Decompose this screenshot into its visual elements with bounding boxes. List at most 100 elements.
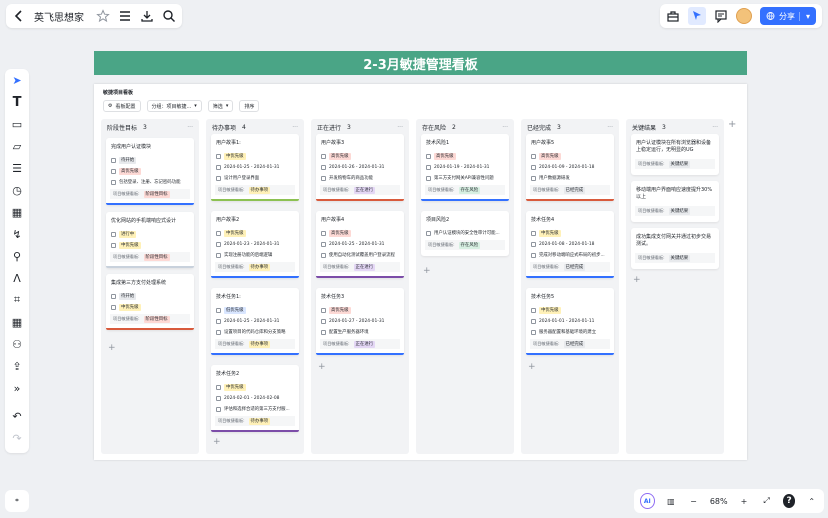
- card-field: 2024-01-08 - 2024-01-18: [531, 240, 609, 248]
- zoom-in-icon[interactable]: +: [738, 494, 751, 508]
- kanban-card[interactable]: 项目风险2 用户认证模块的安全性审计可能... 项目敏捷看板: 存在风险: [421, 211, 509, 256]
- field-value: 2024-01-19 - 2024-01-31: [434, 164, 490, 170]
- card-field: 2024-01-19 - 2024-01-31: [426, 163, 504, 171]
- text-tool-icon[interactable]: T: [10, 95, 24, 110]
- zoom-out-icon[interactable]: −: [687, 494, 700, 508]
- group-label: 分组：项目敏捷...: [151, 103, 192, 110]
- more-icon[interactable]: ···: [502, 124, 508, 131]
- field-icon: [531, 329, 536, 335]
- board-config-button[interactable]: ⚙ 看板配置: [103, 100, 141, 112]
- comment-icon[interactable]: [714, 9, 728, 23]
- kanban-card[interactable]: 用户故事5 高优先级 2024-01-09 - 2024-01-18 用户数据源研发项…: [526, 134, 614, 201]
- field-icon: [426, 175, 431, 181]
- kanban-card[interactable]: 技术风险1 高优先级 2024-01-19 - 2024-01-31 第三方支付网关A…: [421, 134, 509, 201]
- back-icon[interactable]: [12, 9, 26, 23]
- more-icon[interactable]: ···: [712, 124, 718, 131]
- column-count: 4: [242, 124, 246, 131]
- kanban-card[interactable]: 用户故事2 中优先级 2024-01-23 - 2024-01-31 实现注册功能的后…: [211, 211, 299, 278]
- card-field: 高优先级: [321, 152, 399, 160]
- share-button[interactable]: 分享 ▾: [759, 7, 816, 25]
- frame-tool-icon[interactable]: ▭: [10, 117, 24, 131]
- kanban-card[interactable]: 完成用户认证模块 待开始 高优先级 包括登录、注册、忘记密码功能 项目敏捷看板: 阶段性目…: [106, 138, 194, 205]
- ai-assistant-icon[interactable]: AI: [640, 493, 655, 509]
- follow-cursor-icon[interactable]: [687, 7, 706, 25]
- toolbox-icon[interactable]: [666, 9, 680, 23]
- fit-screen-icon[interactable]: ⤢: [760, 494, 773, 508]
- zoom-level[interactable]: 68%: [710, 497, 728, 506]
- select-cursor-icon[interactable]: ➤: [10, 73, 24, 87]
- footer-label: 项目敏捷看板:: [533, 341, 560, 346]
- calendar-icon[interactable]: ▦: [10, 205, 24, 219]
- connector-icon[interactable]: ↯: [10, 227, 24, 241]
- help-icon[interactable]: ?: [782, 494, 796, 508]
- field-icon: [216, 395, 221, 401]
- field-tag: 低优先级: [224, 306, 246, 314]
- field-tag: 中优先级: [539, 229, 561, 237]
- kanban-card[interactable]: 用户故事4 高优先级 2024-01-25 - 2024-01-31 使用自动化测试覆…: [316, 211, 404, 278]
- add-card-button[interactable]: +: [423, 266, 431, 276]
- crop-frame-icon[interactable]: ⌗: [10, 293, 24, 307]
- kanban-card[interactable]: 集成第三方支付处理系统 待开始 中优先级 项目敏捷看板: 阶段性目标: [106, 274, 194, 330]
- more-icon[interactable]: ···: [397, 124, 403, 131]
- avatar[interactable]: [735, 8, 752, 24]
- kanban-card[interactable]: 用户故事1: 中优先级 2024-01-25 - 2024-01-31 设计用户登录界…: [211, 134, 299, 201]
- field-icon: [531, 175, 536, 181]
- add-card-button[interactable]: +: [633, 275, 641, 285]
- timer-icon[interactable]: ◷: [10, 183, 24, 197]
- field-tag: 高优先级: [329, 229, 351, 237]
- kanban-card[interactable]: 技术任务2 中优先级 2024-02-01 - 2024-02-08 评估和选择合适的…: [211, 365, 299, 432]
- kanban-card[interactable]: 优化网站的手机端响应式设计 进行中 中优先级 项目敏捷看板: 阶段性目标: [106, 212, 194, 268]
- redo-icon[interactable]: ↷: [10, 431, 24, 445]
- kanban-card[interactable]: 成功集成支付网关并通过初步交易测试。 项目敏捷看板: 关键结果: [631, 228, 719, 269]
- more-icon[interactable]: ···: [187, 124, 193, 131]
- field-icon: [216, 230, 221, 236]
- add-card-button[interactable]: +: [528, 362, 536, 372]
- field-icon: [321, 153, 326, 159]
- kanban-card[interactable]: 技术任务3 高优先级 2024-01-27 - 2024-01-31 配置生产服务器环…: [316, 288, 404, 355]
- field-tag: 中优先级: [119, 241, 141, 249]
- card-footer: 项目敏捷看板: 已经完成: [530, 185, 610, 195]
- card-footer: 项目敏捷看板: 存在风险: [425, 240, 505, 250]
- pen-icon[interactable]: Ʌ: [10, 271, 24, 285]
- star-icon[interactable]: [96, 9, 110, 23]
- footer-status-tag: 正在进行: [353, 340, 376, 348]
- add-card-button[interactable]: +: [108, 343, 116, 353]
- upload-icon[interactable]: ⇪: [10, 359, 24, 373]
- card-title: 用户故事3: [321, 140, 345, 146]
- kanban-column: 存在风险 2 ··· 技术风险1 高优先级 2024-01-19 - 2024-01-31…: [416, 119, 514, 454]
- smart-card-icon[interactable]: ☰: [10, 161, 24, 175]
- field-icon: [531, 153, 536, 159]
- add-card-button[interactable]: +: [318, 362, 326, 372]
- search-icon[interactable]: [162, 9, 176, 23]
- kanban-card[interactable]: 技术任务1: 低优先级 2024-01-25 - 2024-01-31 设置项目的代码…: [211, 288, 299, 355]
- more-icon[interactable]: ···: [292, 124, 298, 131]
- mindmap-icon[interactable]: ⚲: [10, 249, 24, 263]
- add-column-button[interactable]: +: [728, 119, 736, 130]
- more-tools-icon[interactable]: »: [10, 381, 24, 395]
- sticky-note-icon[interactable]: ▱: [10, 139, 24, 153]
- sort-button[interactable]: 排序: [239, 100, 260, 112]
- kanban-card[interactable]: 用户认证模块在所有浏览器和设备上稳定运行，无明显的UG 项目敏捷看板: 关键结果: [631, 134, 719, 175]
- menu-icon[interactable]: [118, 9, 132, 23]
- map-icon[interactable]: ▥: [665, 494, 678, 508]
- collapse-icon[interactable]: ⌃: [805, 494, 818, 508]
- kanban-card[interactable]: 技术任务4 中优先级 2024-01-08 - 2024-01-18 完成对移动端响应…: [526, 211, 614, 278]
- field-tag: 高优先级: [539, 152, 561, 160]
- card-field: 高优先级: [321, 306, 399, 314]
- card-field: 中优先级: [216, 152, 294, 160]
- more-icon[interactable]: ···: [607, 124, 613, 131]
- undo-icon[interactable]: ↶: [10, 409, 24, 423]
- kanban-card[interactable]: 技术任务5 中优先级 2024-01-01 - 2024-01-11 服务器配置和基础…: [526, 288, 614, 355]
- group-select[interactable]: 分组：项目敏捷... ▾: [146, 100, 202, 112]
- kanban-card[interactable]: 用户故事3 高优先级 2024-01-26 - 2024-01-31 开发购物车的商品…: [316, 134, 404, 201]
- kanban-card[interactable]: 移动端用户界面响应速度提升30%以上 项目敏捷看板: 关键结果: [631, 181, 719, 222]
- card-footer: 项目敏捷看板: 正在进行: [320, 262, 400, 272]
- table-icon[interactable]: ▦: [10, 315, 24, 329]
- diagram-icon[interactable]: ⚇: [10, 337, 24, 351]
- chevron-down-icon[interactable]: ▾: [798, 11, 810, 21]
- download-icon[interactable]: [140, 9, 154, 23]
- minimap-toggle[interactable]: ⌗: [5, 490, 29, 512]
- filter-button[interactable]: 筛选 ▾: [207, 100, 234, 112]
- add-card-button[interactable]: +: [213, 437, 221, 447]
- document-title[interactable]: 英飞思想家: [34, 9, 84, 24]
